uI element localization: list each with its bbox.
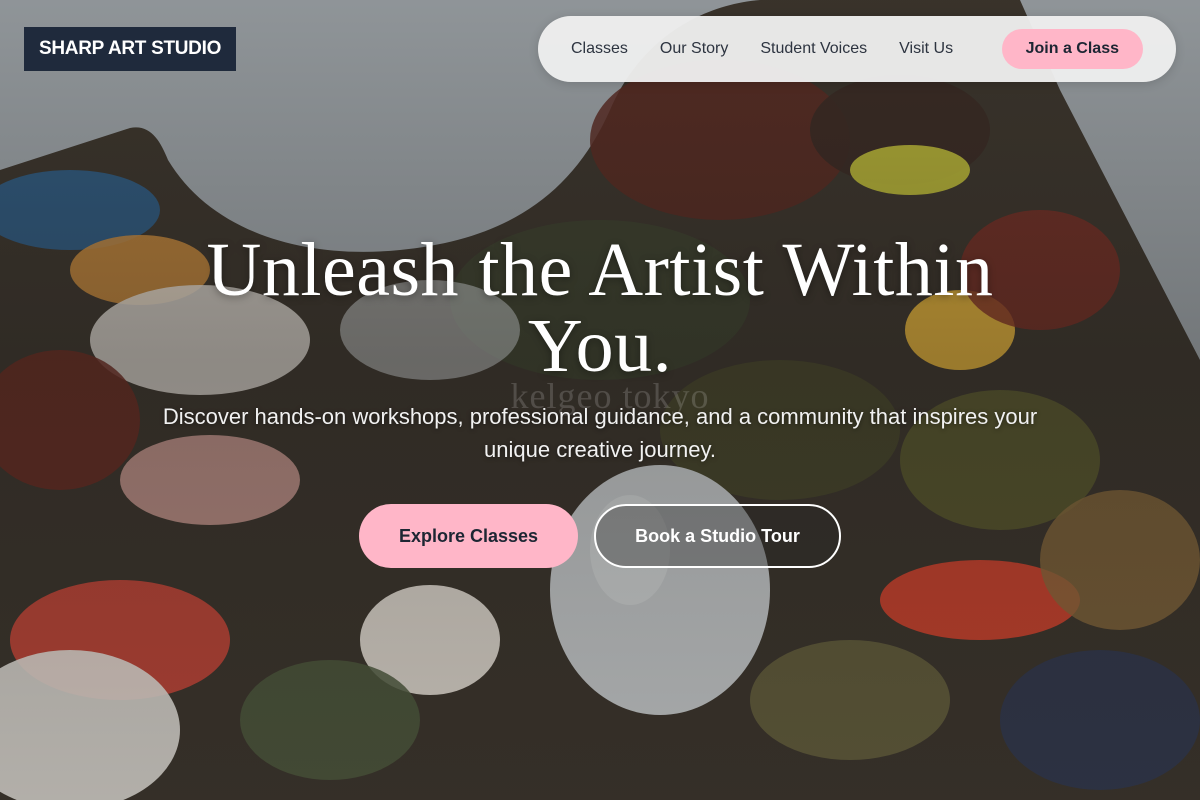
main-nav: Classes Our Story Student Voices Visit U…: [538, 16, 1176, 82]
nav-link-our-story[interactable]: Our Story: [660, 40, 728, 58]
join-class-button[interactable]: Join a Class: [1001, 29, 1143, 69]
book-studio-tour-button[interactable]: Book a Studio Tour: [594, 504, 841, 568]
explore-classes-button[interactable]: Explore Classes: [359, 504, 578, 568]
nav-link-visit-us[interactable]: Visit Us: [899, 40, 953, 58]
brand-logo[interactable]: SHARP ART STUDIO: [24, 27, 237, 71]
hero-subtitle: Discover hands-on workshops, professiona…: [162, 404, 1038, 462]
hero-title: Unleash the Artist Within You.: [206, 228, 994, 388]
nav-link-student-voices[interactable]: Student Voices: [760, 40, 867, 58]
nav-link-classes[interactable]: Classes: [571, 40, 628, 58]
